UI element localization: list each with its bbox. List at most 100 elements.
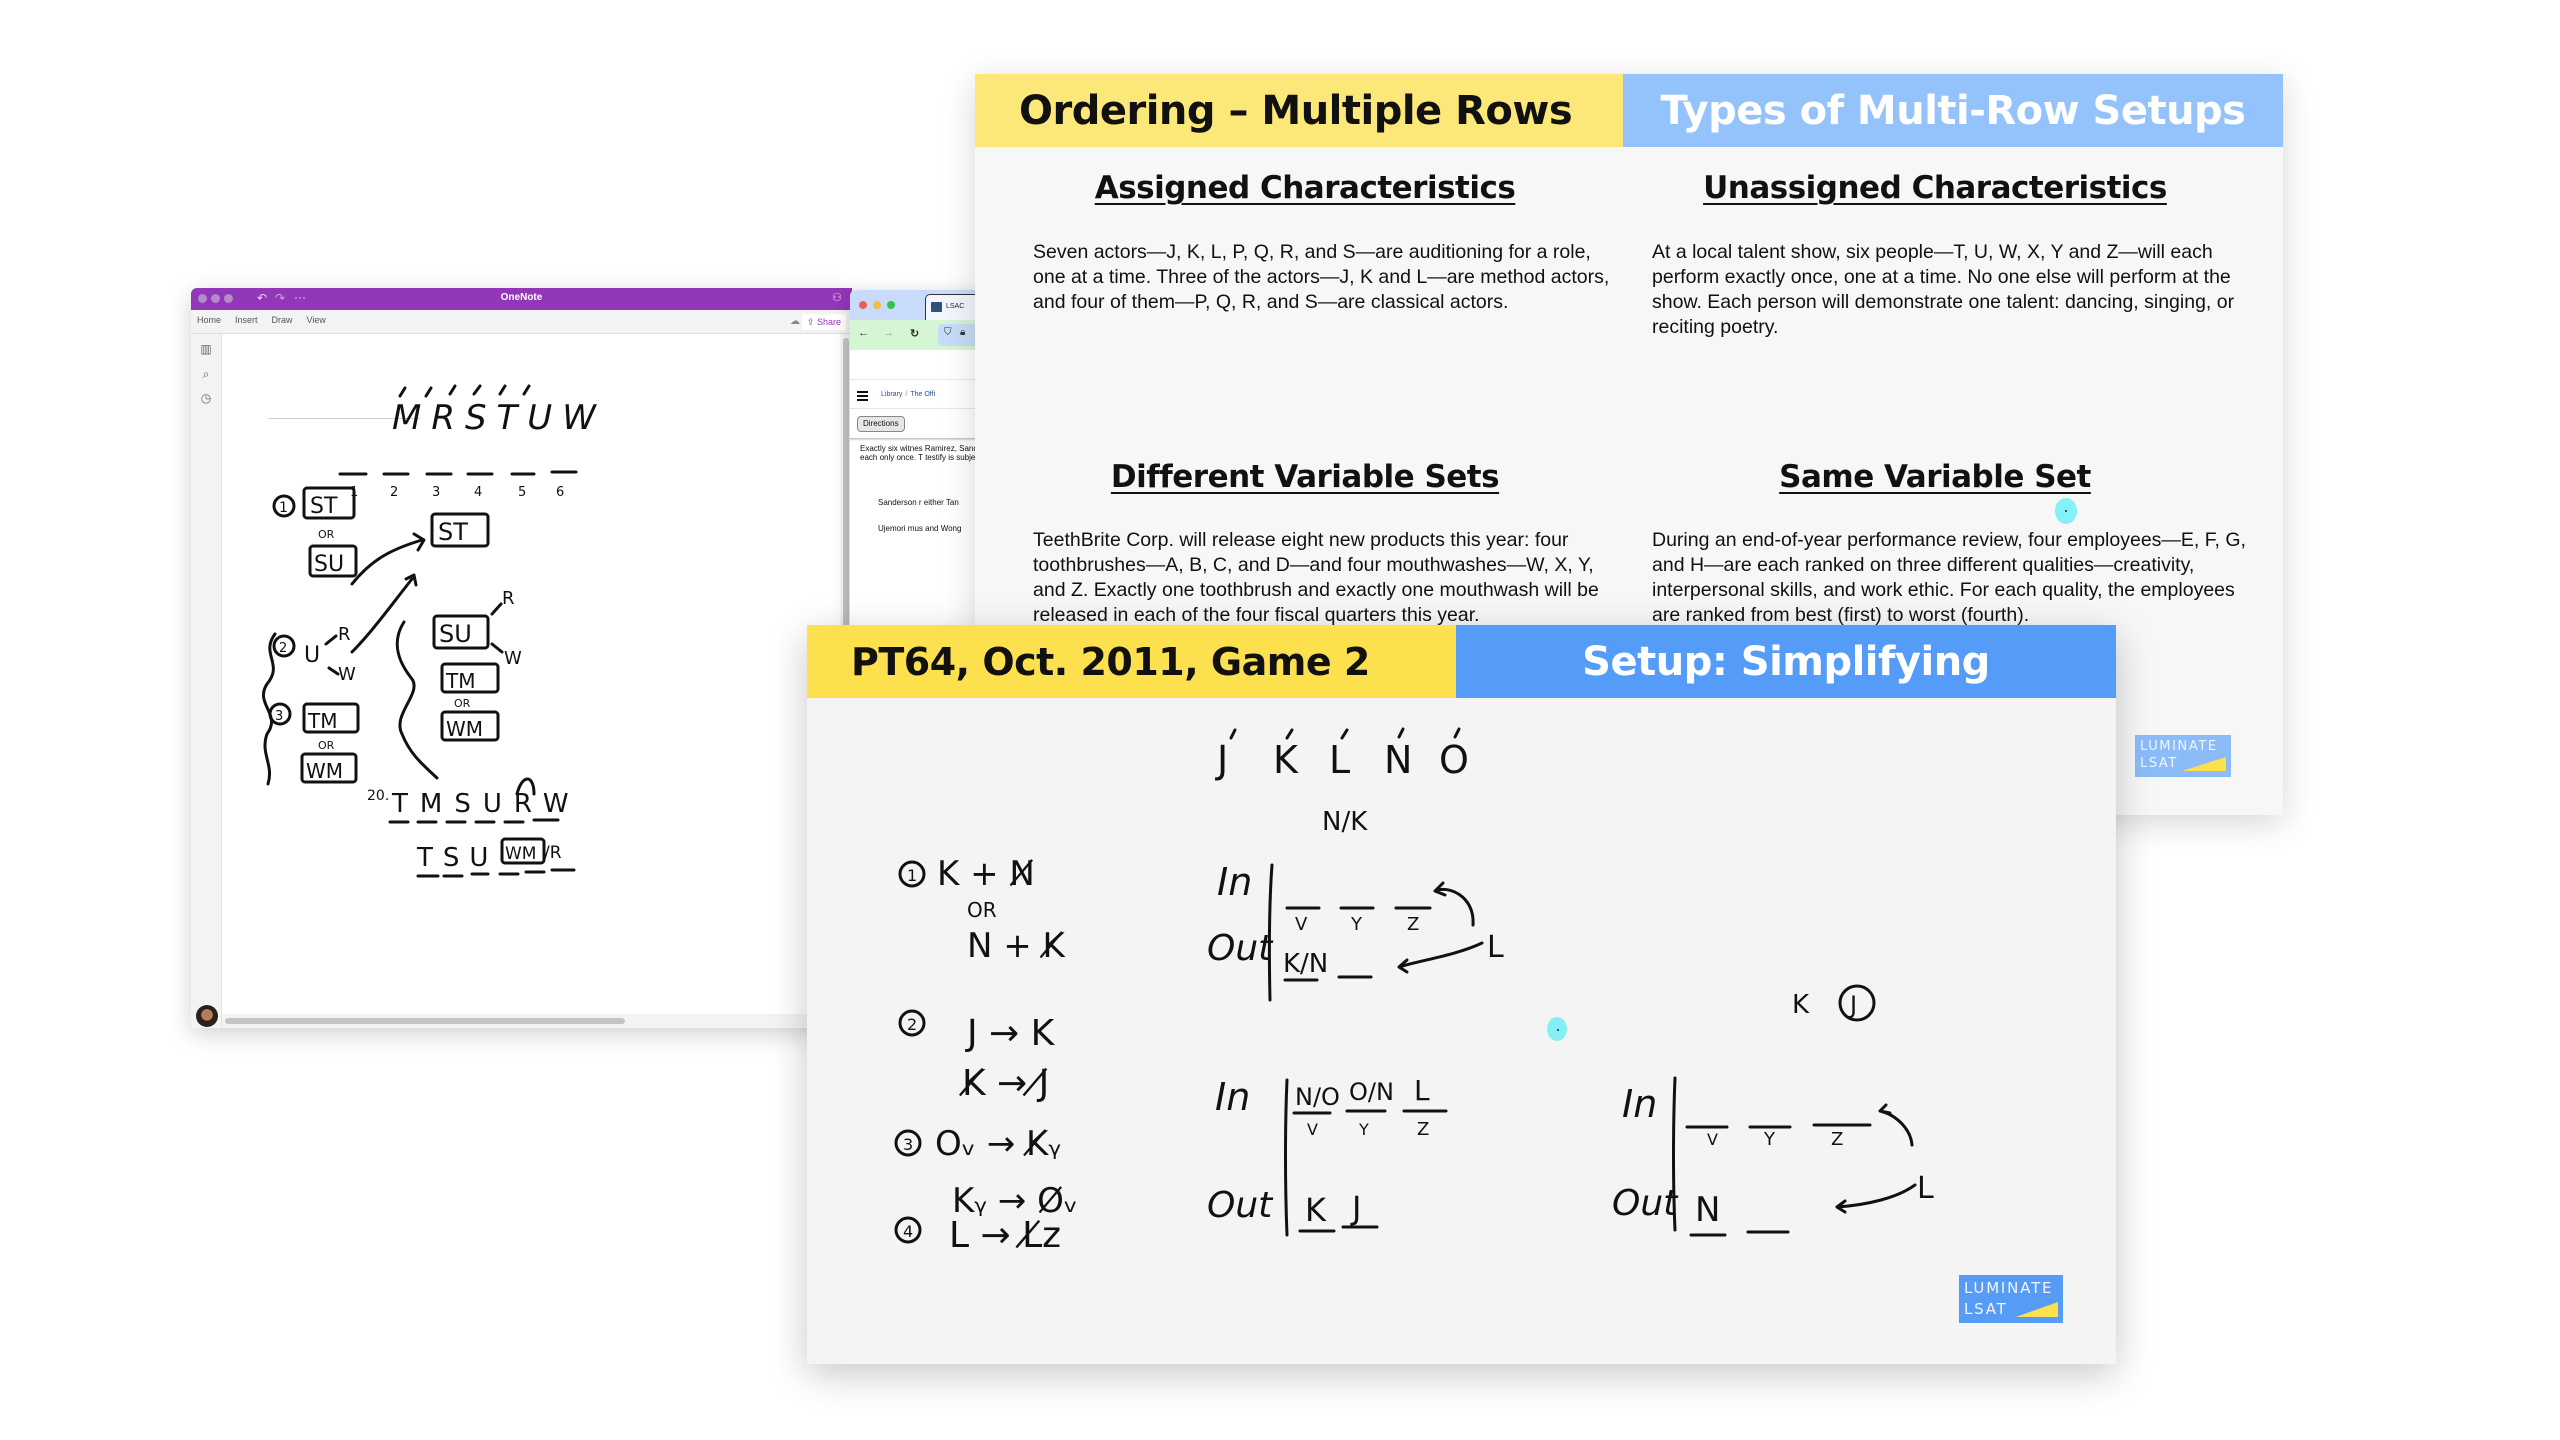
- svg-text:Oᵥ → K̸ᵧ: Oᵥ → K̸ᵧ: [935, 1124, 1061, 1164]
- ink-rule-1: 1 K + N̸ OR N + K̸: [898, 854, 1067, 966]
- back-arrow-icon[interactable]: ←: [858, 327, 869, 339]
- svg-text:OR: OR: [454, 697, 471, 710]
- handwritten-setup: J K L N O 1 K + N̸ OR N + K̸ 2 J → K K̸ …: [894, 727, 1934, 1256]
- svg-text:Out: Out: [1207, 1185, 1274, 1226]
- breadcrumb-current[interactable]: The Offi: [910, 391, 935, 398]
- close-window-button[interactable]: [859, 301, 867, 309]
- sync-status-icon[interactable]: ☁: [790, 316, 800, 327]
- ink-variables: J K L N O: [1215, 727, 1469, 782]
- svg-text:In: In: [1622, 1082, 1657, 1126]
- svg-text:N/O: N/O: [1295, 1083, 1340, 1111]
- ink-diagram-3: K J In Out V Y Z N L: [1612, 984, 1934, 1237]
- svg-text:TM: TM: [445, 669, 475, 693]
- ink-top-letters: MRSTUW: [392, 398, 606, 438]
- tab-view[interactable]: View: [307, 315, 326, 325]
- directions-button[interactable]: Directions: [857, 416, 905, 432]
- svg-text:SU: SU: [314, 552, 344, 577]
- pointer-highlight: [2055, 498, 2077, 524]
- svg-text:N: N: [1695, 1190, 1720, 1230]
- svg-text:K: K: [1273, 738, 1299, 782]
- svg-text:/R: /R: [544, 843, 562, 863]
- svg-text:W: W: [338, 664, 356, 685]
- luminate-lsat-logo: LUMINATE LSAT: [1959, 1275, 2063, 1323]
- svg-text:TM: TM: [307, 709, 337, 733]
- luminate-lsat-logo: LUMINATE LSAT: [2135, 735, 2231, 777]
- svg-text:In: In: [1215, 1075, 1250, 1119]
- section-body-unassigned: At a local talent show, six people—T, U,…: [1652, 241, 2235, 338]
- svg-text:N/K: N/K: [1322, 807, 1368, 837]
- share-button[interactable]: ⇪ Share: [801, 314, 846, 330]
- pointer-highlight: [1547, 1017, 1567, 1041]
- slot-number: 5: [518, 485, 526, 500]
- svg-text:In: In: [1217, 860, 1252, 904]
- svg-text:OR: OR: [318, 528, 335, 541]
- svg-text:20.: 20.: [367, 788, 389, 804]
- passage-rule: Sanderson r either Tan: [878, 498, 959, 507]
- tab-home[interactable]: Home: [197, 315, 221, 325]
- svg-text:U: U: [304, 643, 320, 668]
- ink-diagram-1: N/K In Out V Y Z K/N L: [1207, 807, 1504, 1002]
- slide-pt64-setup: PT64, Oct. 2011, Game 2 Setup: Simplifyi…: [807, 625, 2116, 1364]
- section-body-different-sets: TeethBrite Corp. will release eight new …: [1033, 529, 1599, 626]
- svg-text:Y: Y: [1358, 1120, 1369, 1139]
- note-canvas[interactable]: MRSTUW 1 2 3 4 5 6 1 ST OR SU 2 U R W 3 …: [222, 334, 840, 1014]
- reload-icon[interactable]: ↻: [910, 327, 919, 340]
- svg-text:R: R: [502, 588, 515, 609]
- svg-text:J: J: [1215, 738, 1228, 782]
- minimize-window-button[interactable]: [873, 301, 881, 309]
- collaborate-icon[interactable]: ⚇: [832, 291, 842, 304]
- onenote-window: ↶ ↷ ··· OneNote ⚇ Home Insert Draw View …: [191, 288, 852, 1028]
- svg-text:K: K: [1792, 990, 1810, 1020]
- svg-text:V: V: [1295, 914, 1308, 935]
- svg-text:ST: ST: [310, 494, 338, 519]
- q20-row2-letters: TSU: [416, 843, 498, 873]
- svg-text:3: 3: [275, 709, 283, 724]
- svg-text:R: R: [338, 624, 351, 645]
- svg-text:V: V: [1307, 1120, 1318, 1139]
- ink-rule-2: 2 J → K K̸ → J̸: [898, 1009, 1056, 1104]
- slot-lines: [338, 470, 578, 476]
- svg-text:2: 2: [907, 1015, 917, 1034]
- svg-text:K + N̸: K + N̸: [937, 854, 1035, 894]
- svg-text:SU: SU: [439, 620, 472, 648]
- zoom-window-button[interactable]: [887, 301, 895, 309]
- breadcrumb-library[interactable]: Library: [881, 391, 902, 398]
- ink-rule-4: 4 L → L̸z: [894, 1215, 1061, 1256]
- svg-text:Out: Out: [1612, 1183, 1679, 1224]
- ink-diagram-2: In Out N/O O/N L V Y Z K J: [1207, 1074, 1448, 1237]
- svg-text:3: 3: [903, 1135, 913, 1154]
- notebooks-icon[interactable]: ▥: [199, 342, 213, 356]
- svg-text:WM: WM: [505, 844, 536, 864]
- slide-header-right: Types of Multi-Row Setups: [1623, 74, 2283, 147]
- horizontal-scrollbar[interactable]: [222, 1014, 852, 1028]
- svg-text:Y: Y: [1763, 1129, 1776, 1150]
- svg-text:OR: OR: [967, 898, 997, 922]
- svg-text:WM: WM: [306, 759, 343, 783]
- section-title-same-set: Same Variable Set: [1779, 459, 2091, 495]
- forward-arrow-icon[interactable]: →: [883, 327, 894, 339]
- svg-text:1: 1: [279, 500, 288, 516]
- menu-hamburger-icon[interactable]: [857, 391, 868, 403]
- tab-insert[interactable]: Insert: [235, 315, 258, 325]
- passage-text: Exactly six witnes Ramirez, Sander Wong.…: [860, 444, 990, 463]
- user-avatar[interactable]: [196, 1005, 218, 1027]
- section-title-unassigned: Unassigned Characteristics: [1703, 170, 2167, 206]
- section-title-assigned: Assigned Characteristics: [1094, 170, 1516, 206]
- ribbon-tabs: Home Insert Draw View ☁ ⇪ Share: [191, 310, 852, 334]
- svg-text:K/N: K/N: [1283, 949, 1328, 979]
- onenote-titlebar: ↶ ↷ ··· OneNote ⚇: [191, 288, 852, 310]
- recent-clock-icon[interactable]: ◷: [199, 391, 213, 405]
- svg-text:Y: Y: [1350, 914, 1363, 935]
- slot-number: 3: [432, 485, 440, 500]
- svg-text:J → K: J → K: [965, 1013, 1056, 1054]
- tab-draw[interactable]: Draw: [272, 315, 293, 325]
- svg-text:Z: Z: [1407, 914, 1419, 935]
- svg-text:Z: Z: [1417, 1119, 1429, 1140]
- svg-text:L: L: [1917, 1171, 1934, 1206]
- shield-icon: ⛉: [944, 327, 952, 338]
- svg-text:O: O: [1439, 738, 1469, 782]
- svg-text:K̸ → J̸: K̸ → J̸: [959, 1063, 1050, 1104]
- search-icon[interactable]: ⌕: [199, 367, 213, 382]
- svg-text:J: J: [1350, 1189, 1361, 1227]
- svg-text:Out: Out: [1207, 928, 1274, 969]
